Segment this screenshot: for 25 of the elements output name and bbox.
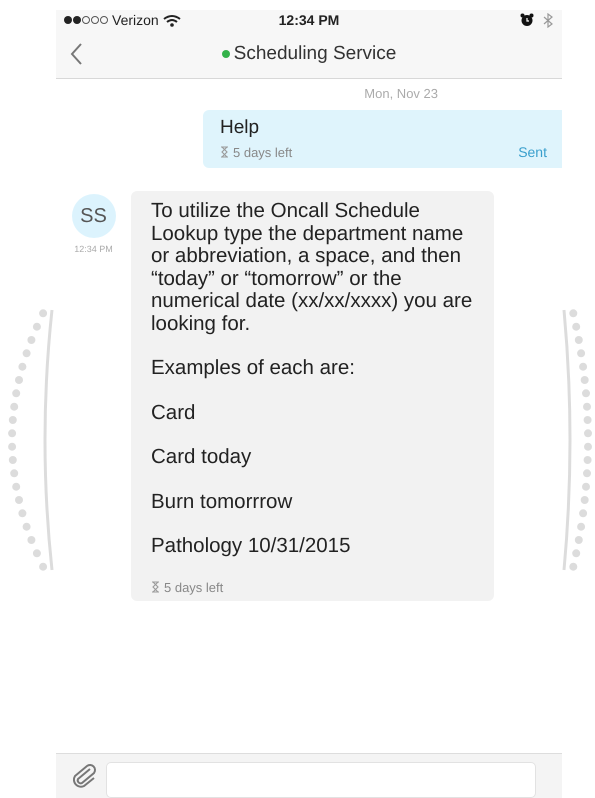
avatar: SS xyxy=(72,194,116,238)
expiry-text: 5 days left xyxy=(164,580,224,594)
paperclip-icon xyxy=(70,763,98,789)
carrier-name: Verizon xyxy=(112,12,159,28)
message-text: Card today xyxy=(151,446,252,468)
chat-title: Scheduling Service xyxy=(234,43,396,65)
message-text: To utilize the Oncall Schedule Lookup type the department name or abbreviation, a space, and then “today” or “tomorrow” or the numerical date (xx/xx/xxxx) you are looking for. xyxy=(151,200,474,335)
hourglass-icon xyxy=(220,146,229,158)
wifi-icon xyxy=(162,14,181,26)
message-time: 12:34 PM xyxy=(74,244,113,254)
hourglass-icon xyxy=(151,581,160,593)
bluetooth-icon xyxy=(542,12,554,28)
message-text: Card xyxy=(151,402,196,424)
expiry-text: 5 days left xyxy=(233,144,292,160)
message-text: Burn tomorrrow xyxy=(151,490,294,513)
message-text: Examples of each are: xyxy=(151,357,356,380)
back-icon xyxy=(70,42,83,66)
alarm-icon xyxy=(520,13,534,27)
signal-icon xyxy=(64,15,108,25)
message-text: Pathology 10/31/2015 xyxy=(151,535,352,558)
status-time: 12:34 PM xyxy=(278,12,340,28)
message-input[interactable] xyxy=(106,762,536,798)
message-text: Help xyxy=(220,117,260,139)
date-divider: Mon, Nov 23 xyxy=(364,86,438,101)
delivery-status: Sent xyxy=(518,144,547,160)
